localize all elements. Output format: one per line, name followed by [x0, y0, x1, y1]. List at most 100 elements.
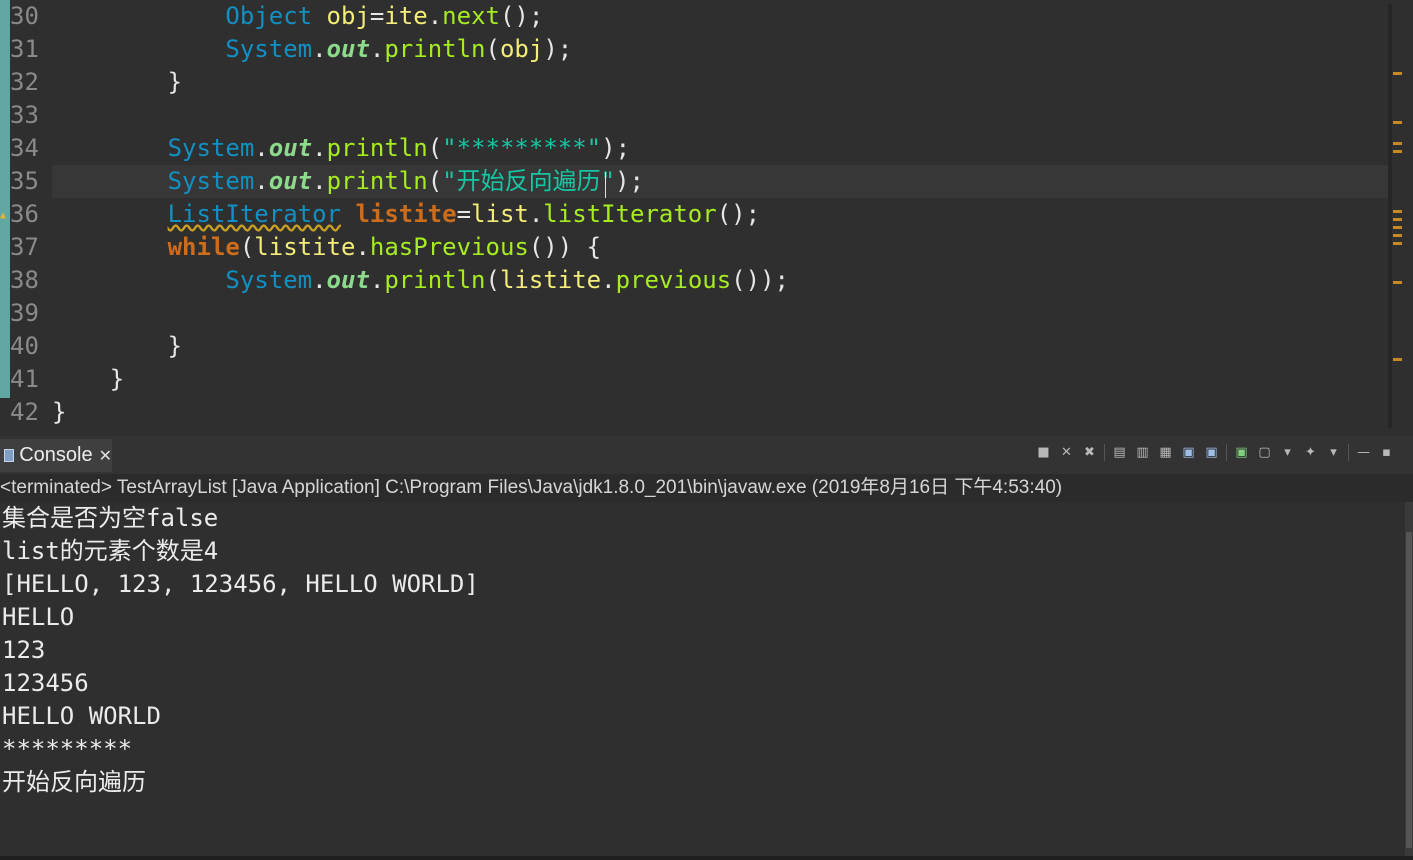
code-token: ( [427, 167, 443, 195]
overview-mark[interactable] [1393, 218, 1402, 221]
console-status-line: <terminated> TestArrayList [Java Applica… [0, 474, 1413, 502]
code-token: ( [239, 233, 255, 261]
code-token: . [312, 167, 327, 195]
minimize-icon[interactable]: — [1355, 444, 1372, 461]
code-area[interactable]: Object obj=ite.next(); System.out.printl… [52, 0, 1388, 434]
code-token: } [52, 398, 67, 426]
code-token: previous [615, 266, 732, 294]
console-scroll-thumb[interactable] [1406, 532, 1412, 848]
code-token: out [326, 35, 370, 63]
line-number: 41 [10, 365, 39, 393]
code-line[interactable]: } [52, 396, 1388, 429]
code-token: listite [254, 233, 356, 261]
overview-mark[interactable] [1393, 150, 1402, 153]
code-token: println [384, 35, 486, 63]
display-selected-console-icon[interactable]: ▢ [1256, 444, 1273, 461]
code-token: println [326, 167, 428, 195]
show-on-output-icon[interactable]: ▦ [1157, 444, 1174, 461]
overview-mark[interactable] [1393, 358, 1402, 361]
show-stdout-icon[interactable]: ▣ [1180, 444, 1197, 461]
code-token: } [52, 68, 183, 96]
code-token: ite [384, 2, 428, 30]
scroll-lock-icon[interactable]: ▤ [1111, 444, 1128, 461]
code-line[interactable]: ListIterator listite=list.listIterator()… [52, 198, 1388, 231]
console-line: 集合是否为空false [2, 504, 219, 532]
line-number: 34 [10, 134, 39, 162]
overview-mark[interactable] [1393, 142, 1402, 145]
code-token: out [326, 266, 370, 294]
status-bar [0, 856, 1413, 860]
overview-mark[interactable] [1393, 281, 1402, 284]
remove-launch-icon[interactable]: ✕ [1058, 444, 1075, 461]
maximize-icon[interactable]: ▪ [1378, 444, 1395, 461]
code-line[interactable]: System.out.println("*********"); [52, 132, 1388, 165]
code-token: println [384, 266, 486, 294]
line-number: 39 [10, 299, 39, 327]
line-number: 38 [10, 266, 39, 294]
code-line[interactable]: System.out.println(obj); [52, 33, 1388, 66]
show-stderr-icon[interactable]: ▣ [1203, 444, 1220, 461]
code-token: . [369, 35, 385, 63]
code-line[interactable]: System.out.println("开始反向遍历"); [52, 165, 1388, 198]
code-token: hasPrevious [369, 233, 529, 261]
overview-mark[interactable] [1393, 72, 1402, 75]
line-number: 33 [10, 101, 39, 129]
code-token: obj [499, 35, 544, 63]
overview-mark[interactable] [1393, 121, 1402, 124]
code-line[interactable]: } [52, 330, 1388, 363]
tab-console[interactable]: Console ✕ [0, 439, 112, 472]
overview-mark[interactable] [1393, 234, 1402, 237]
console-tab-label: Console [19, 444, 93, 466]
warning-icon[interactable]: ▲ [0, 210, 10, 222]
code-editor[interactable]: ▲ 30 31 32 33 34 35 36 37 38 39 40 41 42 Object obj=… [0, 0, 1413, 434]
overview-mark[interactable] [1393, 210, 1402, 213]
code-token: . [601, 266, 616, 294]
code-token: list [471, 200, 529, 228]
code-token: listIterator [543, 200, 717, 228]
code-line[interactable] [52, 99, 1388, 132]
line-number-gutter: 30 31 32 33 34 35 36 37 38 39 40 41 42 [10, 0, 52, 434]
display-console-dropdown-icon[interactable]: ▾ [1279, 444, 1296, 461]
open-console-dropdown-icon[interactable]: ▾ [1325, 444, 1342, 461]
code-token: } [52, 365, 125, 393]
pin-console-icon[interactable]: ▣ [1233, 444, 1250, 461]
line-number: 31 [10, 35, 39, 63]
code-token: (); [716, 200, 761, 228]
overview-mark[interactable] [1393, 242, 1402, 245]
terminate-icon[interactable]: ■ [1035, 444, 1052, 461]
code-token: . [312, 35, 327, 63]
code-token: ); [543, 35, 573, 63]
toolbar-separator [1348, 444, 1349, 461]
code-token: ListIterator [167, 200, 341, 228]
open-console-icon[interactable]: ✦ [1302, 444, 1319, 461]
code-token: . [254, 167, 269, 195]
console-output[interactable]: 集合是否为空false list的元素个数是4 [HELLO, 123, 12345… [0, 502, 1405, 856]
code-token: println [326, 134, 428, 162]
line-number: 36 [10, 200, 39, 228]
remove-all-terminated-icon[interactable]: ✖ [1081, 444, 1098, 461]
overview-mark[interactable] [1393, 226, 1402, 229]
code-line[interactable]: while(listite.hasPrevious()) { [52, 231, 1388, 264]
code-line[interactable] [52, 297, 1388, 330]
console-line: 123456 [2, 669, 89, 697]
code-line[interactable]: System.out.println(listite.previous()); [52, 264, 1388, 297]
close-icon[interactable]: ✕ [99, 446, 112, 466]
code-line[interactable]: } [52, 363, 1388, 396]
word-wrap-icon[interactable]: ▥ [1134, 444, 1151, 461]
code-token: obj [326, 2, 370, 30]
code-token: out [268, 167, 313, 195]
editor-scrollbar[interactable] [1388, 4, 1392, 428]
code-token: "*********" [442, 134, 602, 162]
toolbar-separator [1104, 444, 1105, 461]
code-token: = [369, 2, 385, 30]
code-token: next [442, 2, 500, 30]
code-token: = [456, 200, 472, 228]
code-token: listite [355, 200, 457, 228]
code-line[interactable]: } [52, 66, 1388, 99]
code-line[interactable]: Object obj=ite.next(); [52, 0, 1388, 33]
